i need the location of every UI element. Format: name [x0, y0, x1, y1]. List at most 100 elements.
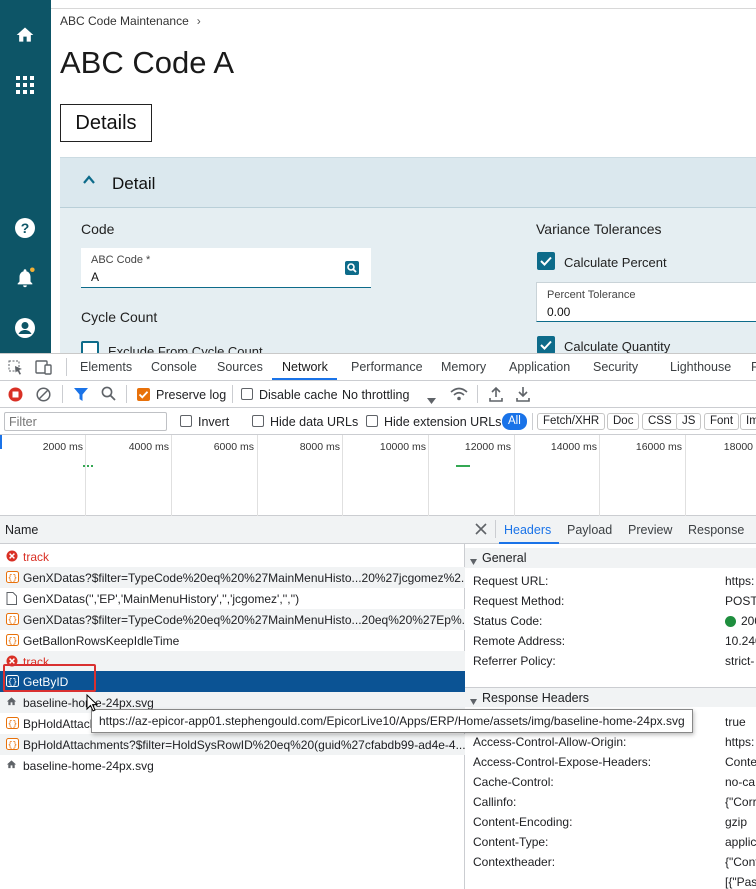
- general-value[interactable]: https:: [725, 574, 754, 588]
- tab-preview[interactable]: Preview: [628, 523, 672, 537]
- preserve-log-checkbox[interactable]: [137, 388, 150, 401]
- request-row[interactable]: baseline-home-24px.svg: [0, 755, 465, 776]
- import-har-icon[interactable]: [489, 386, 503, 407]
- export-har-icon[interactable]: [516, 386, 530, 407]
- general-value[interactable]: strict-: [725, 654, 754, 668]
- tab-network[interactable]: Network: [282, 360, 328, 374]
- response-header-value[interactable]: applic: [725, 835, 756, 849]
- invert-checkbox[interactable]: [180, 415, 192, 427]
- filter-type-all[interactable]: All: [502, 413, 527, 430]
- response-header-value[interactable]: https:: [725, 735, 754, 749]
- tab-response[interactable]: Response: [688, 523, 744, 537]
- abc-code-value[interactable]: A: [91, 270, 99, 284]
- tab-security[interactable]: Security: [593, 360, 638, 374]
- calculate-quantity-checkbox[interactable]: [537, 336, 555, 353]
- request-row[interactable]: GenXDatas('','EP','MainMenuHistory','','…: [0, 588, 465, 609]
- breadcrumb[interactable]: ABC Code Maintenance ›: [60, 14, 201, 28]
- request-row[interactable]: track: [0, 546, 465, 567]
- response-header-key: Callinfo:: [473, 795, 517, 809]
- percent-tolerance-field[interactable]: Percent Tolerance 0.00: [536, 282, 756, 322]
- filter-type-font[interactable]: Font: [704, 413, 740, 430]
- tab-sources[interactable]: Sources: [217, 360, 263, 374]
- name-column-header[interactable]: Name: [5, 523, 38, 537]
- request-name: track: [23, 550, 50, 564]
- general-value[interactable]: 10.240: [725, 634, 756, 648]
- tab-console[interactable]: Console: [151, 360, 197, 374]
- response-header-value[interactable]: no-ca: [725, 775, 755, 789]
- home-icon[interactable]: [13, 23, 37, 47]
- hide-extension-urls-label: Hide extension URLs: [384, 415, 502, 429]
- tab-recorder[interactable]: R: [751, 360, 756, 374]
- filter-icon[interactable]: [74, 387, 88, 407]
- filter-type-img[interactable]: Im: [740, 413, 756, 430]
- response-header-value[interactable]: gzip: [725, 815, 747, 829]
- throttling-select[interactable]: No throttling: [342, 388, 409, 402]
- response-header-value[interactable]: true: [725, 715, 746, 729]
- abc-code-field[interactable]: ABC Code * A: [81, 248, 371, 288]
- disable-cache-label: Disable cache: [259, 388, 338, 402]
- help-icon[interactable]: ?: [13, 216, 37, 240]
- response-headers-section-header[interactable]: Response Headers: [465, 687, 756, 707]
- general-key: Status Code:: [473, 614, 543, 628]
- tab-application[interactable]: Application: [509, 360, 570, 374]
- request-row[interactable]: {} GenXDatas?$filter=TypeCode%20eq%20%27M…: [0, 608, 465, 630]
- request-row[interactable]: {} GenXDatas?$filter=TypeCode%20eq%20%27M…: [0, 566, 465, 588]
- percent-tolerance-value[interactable]: 0.00: [547, 305, 570, 319]
- stop-recording-icon[interactable]: [8, 387, 23, 407]
- response-header-value[interactable]: [{"Pas: [725, 875, 756, 889]
- search-icon[interactable]: [345, 261, 359, 280]
- network-filter-bar: Invert Hide data URLs Hide extension URL…: [0, 408, 756, 435]
- tab-lighthouse[interactable]: Lighthouse: [670, 360, 731, 374]
- request-name: GenXDatas?$filter=TypeCode%20eq%20%27Mai…: [23, 612, 465, 627]
- filter-type-css[interactable]: CSS: [642, 413, 678, 430]
- response-header-value[interactable]: {"Corr: [725, 795, 756, 809]
- response-header-key: Contextheader:: [473, 855, 556, 869]
- network-conditions-icon[interactable]: [450, 387, 468, 406]
- response-header-key: Content-Type:: [473, 835, 549, 849]
- divider: [232, 385, 233, 403]
- close-icon[interactable]: [475, 522, 487, 540]
- details-tab[interactable]: Details: [60, 104, 152, 142]
- filter-input[interactable]: [4, 412, 167, 431]
- svg-text:{}: {}: [8, 574, 18, 583]
- request-list-header[interactable]: Name: [0, 516, 465, 544]
- hide-extension-urls-checkbox[interactable]: [366, 415, 378, 427]
- user-profile-icon[interactable]: [13, 316, 37, 340]
- tab-performance[interactable]: Performance: [351, 360, 423, 374]
- filter-type-doc[interactable]: Doc: [607, 413, 640, 430]
- chevron-up-icon[interactable]: [82, 173, 96, 192]
- network-timeline[interactable]: 2000 ms 4000 ms 6000 ms 8000 ms 10000 ms…: [0, 435, 756, 516]
- device-toolbar-icon[interactable]: [35, 360, 53, 380]
- apps-grid-icon[interactable]: [13, 73, 37, 97]
- notifications-icon[interactable]: [13, 266, 37, 290]
- inspect-element-icon[interactable]: [8, 360, 24, 380]
- response-header-value[interactable]: Conte: [725, 755, 756, 769]
- tab-headers[interactable]: Headers: [504, 523, 551, 537]
- calculate-percent-checkbox[interactable]: [537, 252, 555, 270]
- svg-text:{}: {}: [8, 616, 18, 625]
- request-row[interactable]: {} GetBallonRowsKeepIdleTime: [0, 630, 465, 651]
- filter-type-js[interactable]: JS: [676, 413, 702, 430]
- document-icon: [6, 591, 18, 605]
- hide-data-urls-checkbox[interactable]: [252, 415, 264, 427]
- general-section-header[interactable]: General: [465, 548, 756, 568]
- tab-payload[interactable]: Payload: [567, 523, 612, 537]
- request-row[interactable]: {} BpHoldAttachments?$filter=HoldSysRowID…: [0, 734, 465, 756]
- detail-panel-header[interactable]: Detail: [60, 158, 756, 208]
- disable-cache-checkbox[interactable]: [241, 388, 253, 400]
- exclude-cycle-count-checkbox[interactable]: [81, 341, 99, 353]
- general-value[interactable]: POST: [725, 594, 756, 608]
- dropdown-arrow-icon[interactable]: [427, 391, 436, 409]
- tick-line: [257, 435, 258, 516]
- general-value[interactable]: 200: [741, 614, 756, 628]
- filter-type-fetch-xhr[interactable]: Fetch/XHR: [537, 413, 606, 430]
- breadcrumb-item[interactable]: ABC Code Maintenance: [60, 14, 189, 28]
- tab-memory[interactable]: Memory: [441, 360, 486, 374]
- tick-line: [85, 435, 86, 516]
- response-header-value[interactable]: {"Cont: [725, 855, 756, 869]
- search-icon[interactable]: [101, 386, 116, 406]
- tab-elements[interactable]: Elements: [80, 360, 132, 374]
- clear-icon[interactable]: [36, 387, 51, 407]
- general-key: Referrer Policy:: [473, 654, 556, 668]
- variance-section-label: Variance Tolerances: [536, 221, 662, 237]
